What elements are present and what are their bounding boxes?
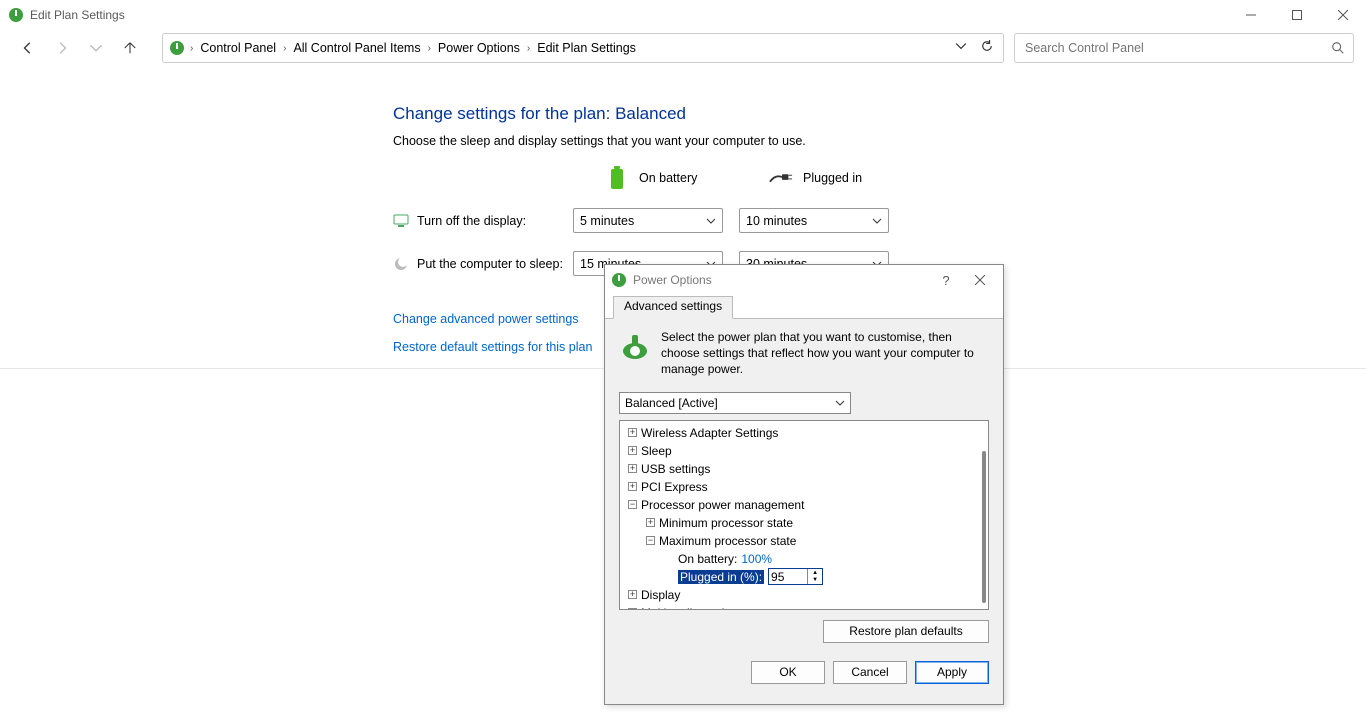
display-icon [393,213,409,229]
expand-icon[interactable]: + [646,518,655,527]
display-off-row: Turn off the display: 5 minutes 10 minut… [393,208,1366,233]
tree-item[interactable]: Wireless Adapter Settings [641,426,778,440]
advanced-settings-tab[interactable]: Advanced settings [613,296,733,319]
ok-button[interactable]: OK [751,661,825,684]
close-button[interactable] [1320,0,1366,30]
scrollbar[interactable] [982,451,986,603]
chevron-right-icon: › [527,43,530,54]
chevron-right-icon: › [283,43,286,54]
on-battery-label: On battery: [678,552,737,566]
window-title: Edit Plan Settings [30,8,125,22]
refresh-button[interactable] [981,39,993,57]
search-input[interactable] [1023,40,1331,56]
expand-icon[interactable]: + [628,590,637,599]
dialog-close-button[interactable] [963,265,997,295]
plug-icon [769,166,793,190]
display-off-plugged-dropdown[interactable]: 10 minutes [739,208,889,233]
breadcrumb-item[interactable]: Power Options [432,39,526,57]
breadcrumb-item[interactable]: Edit Plan Settings [531,39,642,57]
collapse-icon[interactable]: − [646,536,655,545]
expand-icon[interactable]: + [628,428,637,437]
power-options-icon [8,7,24,23]
plugged-in-label: Plugged in (%): [678,570,764,584]
help-button[interactable]: ? [929,265,963,295]
restore-plan-defaults-button[interactable]: Restore plan defaults [823,620,989,643]
expand-icon[interactable]: + [628,446,637,455]
power-options-icon [611,272,627,288]
apply-button[interactable]: Apply [915,661,989,684]
dialog-tabstrip: Advanced settings [605,295,1003,319]
moon-icon [393,256,409,272]
expand-icon[interactable]: + [628,464,637,473]
titlebar: Edit Plan Settings [0,0,1366,30]
tree-item[interactable]: PCI Express [641,480,708,494]
breadcrumb-item[interactable]: All Control Panel Items [287,39,426,57]
history-chevron[interactable] [80,34,112,62]
plugged-in-input[interactable] [769,569,807,584]
back-button[interactable] [12,34,44,62]
search-icon [1331,41,1345,55]
address-bar[interactable]: › Control Panel › All Control Panel Item… [162,33,1004,63]
dialog-description: Select the power plan that you want to c… [661,329,989,378]
power-plan-icon [619,331,651,363]
power-options-dialog: Power Options ? Advanced settings Select… [604,264,1004,705]
address-dropdown-chevron[interactable] [955,39,967,57]
control-panel-icon [169,40,185,56]
sleep-label: Put the computer to sleep: [417,257,563,271]
forward-button[interactable] [46,34,78,62]
dialog-title: Power Options [633,273,712,287]
plugged-in-header: Plugged in [803,171,862,185]
tree-item[interactable]: Processor power management [641,498,804,512]
on-battery-value[interactable]: 100% [741,552,772,566]
expand-icon[interactable]: + [628,482,637,491]
chevron-right-icon: › [428,43,431,54]
tree-item[interactable]: Display [641,588,680,602]
expand-icon[interactable]: + [628,608,637,610]
cancel-button[interactable]: Cancel [833,661,907,684]
columns-header: On battery Plugged in [393,166,1366,190]
up-button[interactable] [114,34,146,62]
tree-item[interactable]: Multimedia settings [641,606,744,610]
page-title: Change settings for the plan: Balanced [393,104,1366,124]
tree-item[interactable]: Sleep [641,444,672,458]
settings-tree[interactable]: + Wireless Adapter Settings + Sleep + USB s… [619,420,989,610]
breadcrumb-item[interactable]: Control Panel [194,39,282,57]
page-subtitle: Choose the sleep and display settings th… [393,134,1366,148]
spin-down[interactable]: ▼ [808,577,822,585]
maximize-button[interactable] [1274,0,1320,30]
chevron-right-icon: › [190,43,193,54]
spin-up[interactable]: ▲ [808,569,822,577]
dialog-titlebar: Power Options ? [605,265,1003,295]
plugged-in-spinbox[interactable]: ▲▼ [768,568,823,585]
collapse-icon[interactable]: − [628,500,637,509]
tree-item[interactable]: Maximum processor state [659,534,796,548]
on-battery-header: On battery [639,171,697,185]
plan-select[interactable]: Balanced [Active] [619,392,851,414]
tree-item[interactable]: Minimum processor state [659,516,793,530]
tree-item[interactable]: USB settings [641,462,710,476]
dialog-footer: OK Cancel Apply [605,651,1003,696]
display-off-label: Turn off the display: [417,214,526,228]
battery-icon [605,166,629,190]
navbar: › Control Panel › All Control Panel Item… [0,30,1366,66]
search-box[interactable] [1014,33,1354,63]
display-off-battery-dropdown[interactable]: 5 minutes [573,208,723,233]
minimize-button[interactable] [1228,0,1274,30]
window-controls [1228,0,1366,30]
